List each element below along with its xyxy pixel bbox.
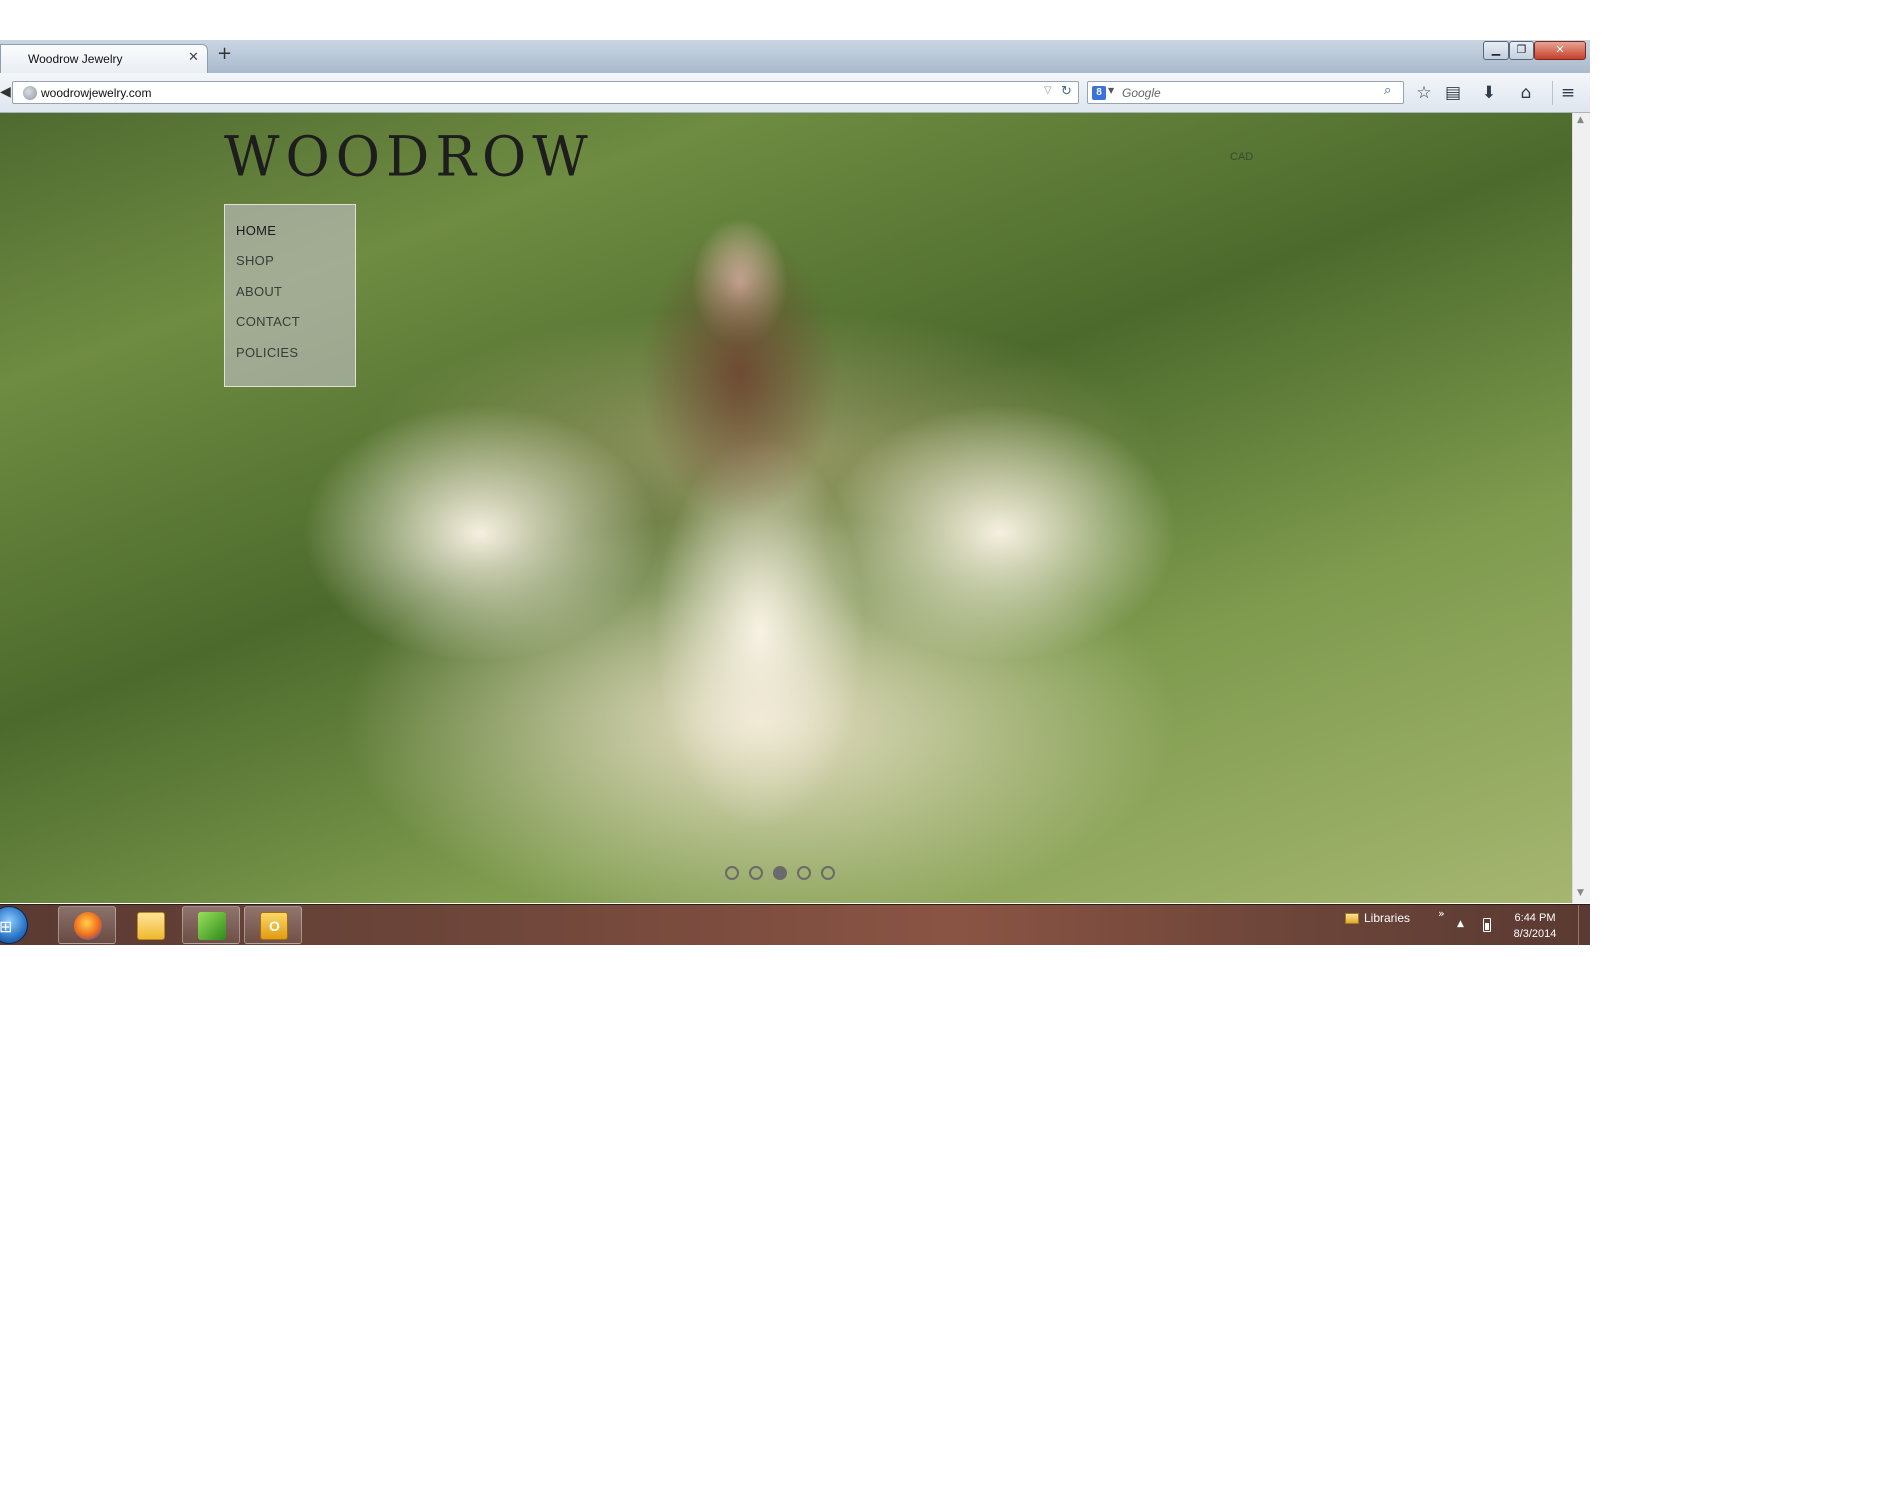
windows-icon: ⊞ [0,917,13,936]
taskbar-explorer-button[interactable] [121,906,179,944]
outlook-letter: O [269,918,280,934]
start-button[interactable]: ⊞ [0,906,28,944]
globe-icon [23,86,37,100]
taskbar-firefox-button[interactable] [58,906,116,944]
url-text[interactable]: woodrowjewelry.com [41,86,151,100]
chevron-right-icon[interactable]: » [1438,907,1445,920]
libraries-folder-icon [1345,913,1359,924]
libraries-toolbar[interactable]: Libraries [1364,911,1410,925]
nav-policies-link[interactable]: POLICIES [236,345,298,360]
download-icon[interactable]: ⬇ [1477,81,1501,105]
chevron-down-icon[interactable]: ▼ [1108,86,1114,95]
nav-shop-link[interactable]: SHOP [236,253,274,268]
maximize-button[interactable]: ❐ [1509,41,1534,60]
address-bar[interactable]: woodrowjewelry.com ▽ ↻ [12,81,1079,104]
search-bar: 8 ▼ ⌕ [1087,81,1404,104]
minimize-button[interactable]: ▁ [1483,41,1509,60]
app-icon [198,912,226,940]
search-engine-icon[interactable]: 8 [1092,86,1106,100]
vertical-scrollbar[interactable]: ▲ ▼ [1572,113,1590,903]
browser-window: Woodrow Jewelry ✕ + ▁ ❐ ✕ ◀ woodrowjewel… [0,40,1590,945]
search-input[interactable] [1122,85,1362,101]
scroll-up-icon[interactable]: ▲ [1577,115,1584,125]
outlook-icon: O [260,912,288,940]
currency-selector[interactable]: CAD [1230,151,1253,163]
reload-icon[interactable]: ↻ [1061,84,1072,99]
tab-title: Woodrow Jewelry [28,52,123,66]
slider-dot-5[interactable] [821,866,835,880]
scroll-down-icon[interactable]: ▼ [1577,888,1584,898]
nav-contact-link[interactable]: CONTACT [236,314,300,329]
slider-dot-4[interactable] [797,866,811,880]
site-navigation: HOME SHOP ABOUT CONTACT POLICIES [224,204,356,387]
dropdown-icon[interactable]: ▽ [1044,85,1052,96]
close-window-button[interactable]: ✕ [1534,41,1586,60]
new-tab-button[interactable]: + [217,45,232,63]
battery-icon[interactable] [1483,918,1491,932]
taskbar: ⊞ O Libraries » ▲ 6:44 PM 8/3/2014 [0,904,1590,946]
home-icon[interactable]: ⌂ [1514,81,1538,105]
taskbar-app-button[interactable] [182,906,240,944]
title-bar: Woodrow Jewelry ✕ + ▁ ❐ ✕ [0,40,1590,73]
menu-icon[interactable]: ≡ [1556,81,1580,105]
toolbar-divider [1552,81,1553,105]
tray-overflow-icon[interactable]: ▲ [1457,919,1464,929]
star-icon[interactable]: ☆ [1412,81,1436,105]
slider-dot-2[interactable] [749,866,763,880]
clock-date: 8/3/2014 [1513,928,1557,940]
navigation-toolbar: ◀ woodrowjewelry.com ▽ ↻ 8 ▼ ⌕ ☆ ▤ ⬇ ⌂ ≡ [0,73,1590,113]
clock-time: 6:44 PM [1514,912,1556,924]
back-icon[interactable]: ◀ [0,81,12,103]
folder-icon [137,912,165,940]
taskbar-outlook-button[interactable]: O [244,906,302,944]
system-clock[interactable]: 6:44 PM 8/3/2014 [1505,910,1565,942]
nav-about-link[interactable]: ABOUT [236,284,282,299]
nav-home-link[interactable]: HOME [236,223,276,238]
show-desktop-button[interactable] [1578,905,1590,946]
hero-slideshow: WOODROW CAD HOME SHOP ABOUT CONTACT POLI… [0,113,1572,903]
bookmarks-list-icon[interactable]: ▤ [1441,81,1465,105]
firefox-icon [74,912,102,940]
close-tab-icon[interactable]: ✕ [188,50,199,65]
tab-woodrow-jewelry[interactable]: Woodrow Jewelry ✕ [0,44,208,73]
site-logo[interactable]: WOODROW [224,124,594,188]
slider-dot-3[interactable] [773,866,787,880]
slider-dot-1[interactable] [725,866,739,880]
search-icon[interactable]: ⌕ [1384,83,1391,98]
